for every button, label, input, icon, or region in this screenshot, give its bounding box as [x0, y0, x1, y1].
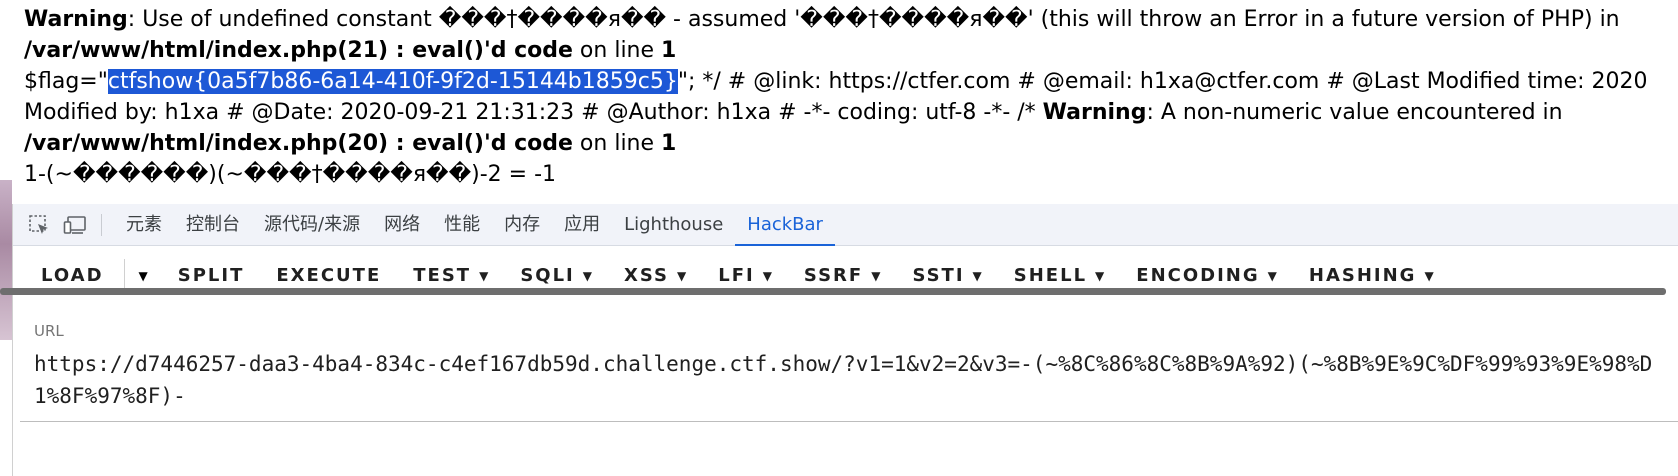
url-input[interactable]: https://d7446257-daa3-4ba4-834c-c4ef167d… — [34, 348, 1664, 412]
file-path: /var/www/html/index.php(21) : eval()'d c… — [24, 38, 573, 63]
page-output: Warning: Use of undefined constant ���†�… — [0, 0, 1678, 204]
flag-value-selected[interactable]: ctfshow{0a5f7b86-6a14-410f-9f2d-15144b18… — [107, 69, 678, 94]
inspect-element-icon[interactable] — [25, 211, 53, 239]
background-strip — [0, 180, 12, 340]
line-number: 1 — [661, 38, 677, 63]
output-line-2: /var/www/html/index.php(21) : eval()'d c… — [24, 35, 1678, 66]
warning-label: Warning — [24, 7, 128, 32]
output-line-3: $flag="ctfshow{0a5f7b86-6a14-410f-9f2d-1… — [24, 66, 1678, 97]
tab-network[interactable]: 网络 — [372, 204, 432, 246]
flag-suffix: "; */ # @link: https://ctfer.com # @emai… — [677, 69, 1648, 94]
on-line-text: on line — [572, 38, 662, 63]
load-dropdown-icon[interactable]: ▼ — [125, 269, 162, 283]
url-field[interactable]: URL https://d7446257-daa3-4ba4-834c-c4ef… — [20, 310, 1678, 422]
tab-application[interactable]: 应用 — [552, 204, 612, 246]
url-label: URL — [34, 322, 64, 340]
tab-hackbar[interactable]: HackBar — [735, 204, 835, 247]
tab-performance[interactable]: 性能 — [432, 204, 492, 246]
tab-elements[interactable]: 元素 — [114, 204, 174, 246]
output-line-5: /var/www/html/index.php(20) : eval()'d c… — [24, 128, 1678, 159]
result-expression: 1-(~������)(~���†����я��)-2 = -1 — [24, 162, 557, 187]
file-path: /var/www/html/index.php(20) : eval()'d c… — [24, 131, 573, 156]
tab-sources[interactable]: 源代码/来源 — [252, 204, 372, 246]
devtools-tab-bar: 元素 控制台 源代码/来源 网络 性能 内存 应用 Lighthouse Hac… — [13, 204, 1678, 247]
hackbar-toolbar: LOAD ▼ SPLIT EXECUTE TEST ▼ SQLI ▼ XSS ▼ LF… — [13, 246, 1678, 306]
output-line-6: 1-(~������)(~���†����я��)-2 = -1 — [24, 159, 1678, 190]
warning-message: : A non-numeric value encountered in — [1146, 100, 1563, 125]
device-toolbar-icon[interactable] — [61, 211, 89, 239]
toolbar-separator — [101, 213, 102, 236]
output-line-1: Warning: Use of undefined constant ���†�… — [24, 4, 1678, 35]
on-line-text: on line — [572, 131, 662, 156]
panel-resize-divider[interactable] — [0, 288, 1666, 295]
warning-message: : Use of undefined constant ���†����я�� … — [127, 7, 1620, 32]
comment-text: Modified by: h1xa # @Date: 2020-09-21 21… — [24, 100, 1043, 125]
output-line-4: Modified by: h1xa # @Date: 2020-09-21 21… — [24, 97, 1678, 128]
tab-console[interactable]: 控制台 — [174, 204, 252, 246]
warning-label: Warning — [1042, 100, 1147, 125]
tab-memory[interactable]: 内存 — [492, 204, 552, 246]
line-number: 1 — [661, 131, 677, 156]
tab-lighthouse[interactable]: Lighthouse — [612, 204, 735, 246]
flag-prefix: $flag=" — [24, 69, 108, 94]
